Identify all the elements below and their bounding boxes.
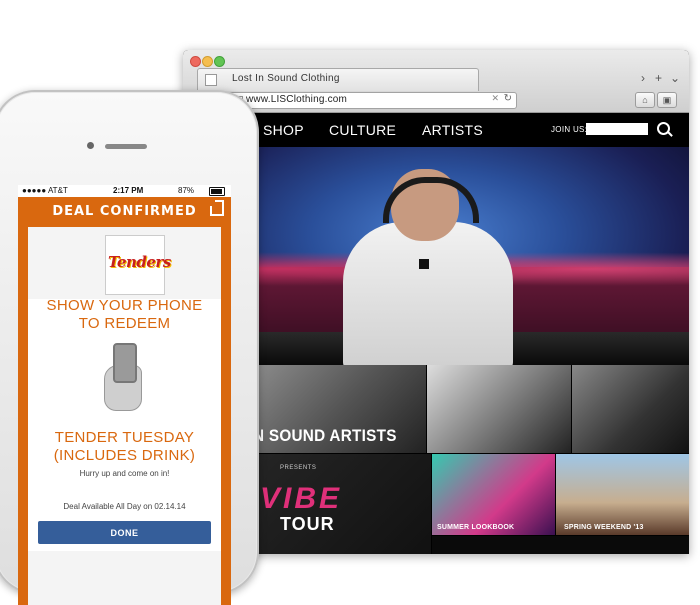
address-bar[interactable]: www.LISClothing.com ✕ ↻ [225, 92, 517, 109]
tour-label: TOUR [280, 514, 335, 534]
clock: 2:17 PM [113, 186, 144, 195]
tile-artists-label: N SOUND ARTISTS [253, 426, 397, 445]
close-window-button[interactable] [190, 56, 201, 67]
merchant-logo: Tenders [105, 235, 171, 295]
spring-weekend-label: SPRING WEEKEND '13 [564, 524, 644, 531]
reload-icon[interactable]: ↻ [504, 93, 512, 104]
share-icon[interactable] [210, 206, 224, 216]
tile-summer-lookbook[interactable]: SUMMER LOOKBOOK [432, 454, 555, 535]
join-email-input[interactable] [586, 123, 648, 135]
vibe-label: VIBE [260, 482, 343, 515]
iphone-device: ●●●●● AT&T 2:17 PM 87% DEAL CONFIRMED Te… [0, 90, 259, 605]
new-tab-button[interactable]: + [655, 71, 662, 85]
shirt-logo [419, 259, 429, 269]
home-icon[interactable]: ⌂ [635, 92, 655, 108]
battery-icon [209, 187, 225, 196]
tile-group-photo[interactable] [572, 365, 689, 453]
phone-screen: ●●●●● AT&T 2:17 PM 87% DEAL CONFIRMED Te… [18, 185, 231, 605]
carrier-label: ●●●●● AT&T [22, 186, 68, 195]
battery-percent: 87% [178, 186, 195, 195]
reader-icon[interactable]: ▣ [657, 92, 677, 108]
speaker-grill [105, 144, 147, 149]
dj-figure [343, 222, 513, 365]
tab-favicon-icon [205, 74, 217, 86]
status-bar: ●●●●● AT&T 2:17 PM 87% [18, 185, 231, 197]
camera-icon [87, 142, 94, 149]
nav-culture[interactable]: CULTURE [329, 122, 396, 138]
tile-spring-weekend[interactable]: SPRING WEEKEND '13 [556, 454, 689, 535]
nav-artists[interactable]: ARTISTS [422, 122, 483, 138]
merchant-logo-text: Tenders [108, 253, 171, 271]
tile-artist-photo[interactable] [427, 365, 571, 453]
deal-header: DEAL CONFIRMED [18, 197, 231, 227]
hand-holding-phone-icon [104, 343, 144, 413]
redeem-instructions: SHOW YOUR PHONE TO REDEEM [46, 297, 203, 332]
clear-icon[interactable]: ✕ [491, 93, 499, 104]
presents-label: PRESENTS [280, 465, 317, 471]
zoom-window-button[interactable] [214, 56, 225, 67]
deal-title: TENDER TUESDAY (INCLUDES DRINK) [53, 429, 196, 464]
url-text[interactable]: www.LISClothing.com [246, 94, 347, 105]
search-icon[interactable] [657, 122, 670, 135]
nav-shop[interactable]: SHOP [263, 122, 304, 138]
tile-bottom-strip [432, 536, 689, 554]
deal-subtitle: Hurry up and come on in! [79, 469, 170, 478]
browser-toolbar: Lost In Sound Clothing › + ⌄ ◀ ▶ www.LIS… [183, 50, 689, 113]
minimize-window-button[interactable] [202, 56, 213, 67]
done-button[interactable]: DONE [38, 521, 211, 544]
tab-list-button[interactable]: ⌄ [670, 71, 680, 85]
tab-scroll-icon[interactable]: › [641, 71, 645, 85]
deal-header-title: DEAL CONFIRMED [52, 204, 197, 219]
tab-title: Lost In Sound Clothing [232, 73, 340, 84]
lookbook-label: SUMMER LOOKBOOK [437, 524, 515, 531]
deal-availability: Deal Available All Day on 02.14.14 [63, 502, 186, 511]
browser-tab[interactable]: Lost In Sound Clothing [197, 68, 479, 91]
join-label: JOIN US: [551, 125, 588, 134]
